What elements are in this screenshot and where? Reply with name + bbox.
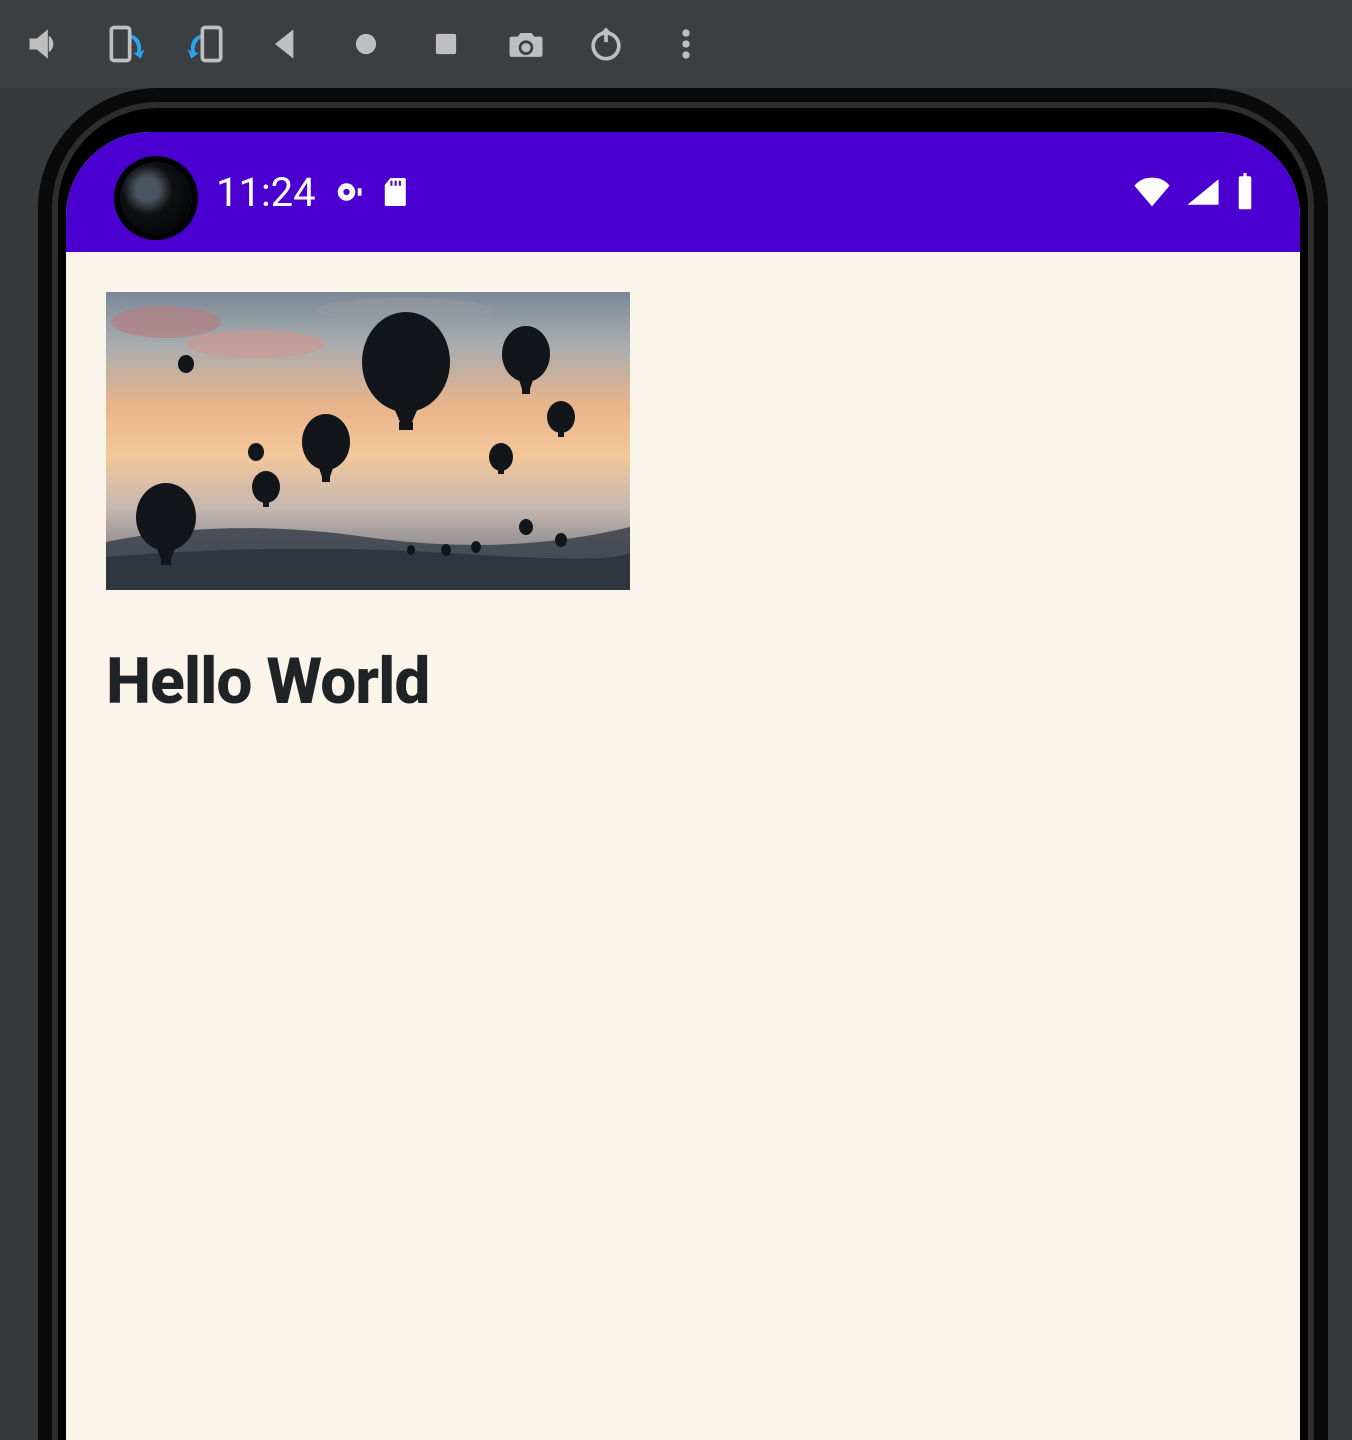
- status-bar: 11:24: [66, 132, 1300, 252]
- volume-button[interactable]: [6, 0, 86, 88]
- more-icon: [664, 22, 708, 66]
- wifi-icon: [1132, 176, 1172, 208]
- rotate-right-button[interactable]: [166, 0, 246, 88]
- app-content: Hello World: [66, 252, 1300, 759]
- cellular-icon: [1186, 176, 1220, 208]
- overview-button[interactable]: [406, 0, 486, 88]
- back-button[interactable]: [246, 0, 326, 88]
- rotate-left-button[interactable]: [86, 0, 166, 88]
- emulator-toolbar: [0, 0, 1352, 88]
- restart-icon: [584, 22, 628, 66]
- disc-icon: [334, 177, 364, 207]
- rotate-left-icon: [104, 22, 148, 66]
- phone-camera: [120, 162, 192, 234]
- back-icon: [264, 22, 308, 66]
- phone-frame: 11:24: [38, 88, 1328, 1440]
- status-time: 11:24: [216, 169, 316, 216]
- more-button[interactable]: [646, 0, 726, 88]
- hero-image: [106, 292, 630, 590]
- screenshot-button[interactable]: [486, 0, 566, 88]
- home-button[interactable]: [326, 0, 406, 88]
- screenshot-icon: [504, 22, 548, 66]
- phone-screen: 11:24: [66, 132, 1300, 1440]
- rotate-right-icon: [184, 22, 228, 66]
- restart-button[interactable]: [566, 0, 646, 88]
- battery-icon: [1234, 173, 1256, 211]
- home-icon: [344, 22, 388, 66]
- overview-icon: [424, 22, 468, 66]
- sd-card-icon: [382, 175, 410, 209]
- volume-icon: [24, 22, 68, 66]
- headline: Hello World: [106, 644, 1260, 719]
